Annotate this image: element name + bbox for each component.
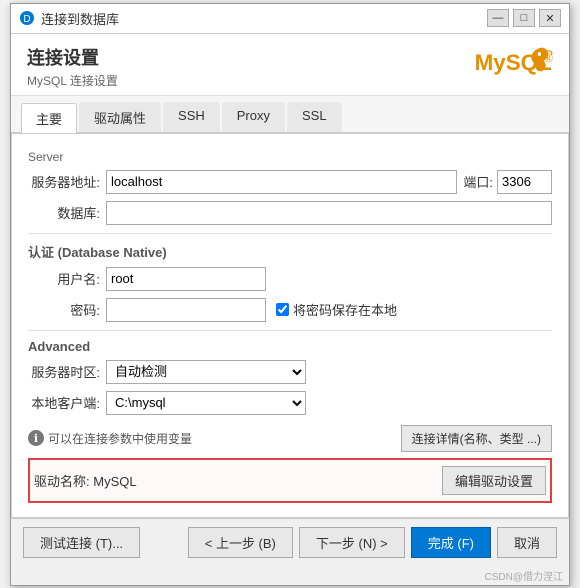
test-connection-button[interactable]: 测试连接 (T)...	[23, 527, 140, 558]
divider-2	[28, 330, 552, 331]
connection-detail-button[interactable]: 连接详情(名称、类型 ...)	[401, 425, 552, 452]
header-main-title: 连接设置	[27, 44, 118, 70]
db-label: 数据库:	[28, 203, 100, 222]
username-label: 用户名:	[28, 269, 100, 288]
host-row: 服务器地址: 端口:	[28, 170, 552, 194]
info-icon: ℹ	[28, 430, 44, 446]
driver-row: 驱动名称: MySQL 编辑驱动设置	[28, 458, 552, 503]
header-title-block: 连接设置 MySQL 连接设置	[27, 44, 118, 89]
driver-text: 驱动名称: MySQL	[34, 471, 137, 490]
tabs-bar: 主要 驱动属性 SSH Proxy SSL	[11, 96, 569, 133]
advanced-section-label: Advanced	[28, 339, 552, 354]
next-button[interactable]: 下一步 (N) >	[299, 527, 405, 558]
divider-1	[28, 233, 552, 234]
header-sub-title: MySQL 连接设置	[27, 72, 118, 89]
maximize-button[interactable]: □	[513, 9, 535, 27]
username-row: 用户名:	[28, 267, 552, 291]
timezone-label: 服务器时区:	[28, 362, 100, 381]
host-input[interactable]	[106, 170, 457, 194]
port-group: 端口:	[463, 170, 552, 194]
port-label: 端口:	[463, 172, 493, 191]
client-row: 本地客户端: C:\mysql C:\Program Files\MySQL	[28, 391, 552, 415]
info-text: 可以在连接参数中使用变量	[48, 430, 192, 447]
tab-proxy[interactable]: Proxy	[222, 102, 285, 132]
main-content: Server 服务器地址: 端口: 数据库: 认证 (Database Nati…	[11, 133, 569, 518]
tab-ssh[interactable]: SSH	[163, 102, 220, 132]
bottom-left: 测试连接 (T)...	[23, 527, 140, 558]
password-row: 密码: 将密码保存在本地	[28, 298, 552, 322]
edit-driver-button[interactable]: 编辑驱动设置	[442, 466, 546, 495]
info-row: ℹ 可以在连接参数中使用变量 连接详情(名称、类型 ...)	[28, 425, 552, 452]
db-input[interactable]	[106, 201, 552, 225]
auth-section-label: 认证 (Database Native)	[28, 242, 552, 261]
title-bar: D 连接到数据库 — □ ✕	[11, 4, 569, 34]
app-icon: D	[19, 10, 35, 26]
tab-main[interactable]: 主要	[21, 103, 77, 133]
mysql-logo: MySQL ®	[473, 44, 553, 84]
finish-button[interactable]: 完成 (F)	[411, 527, 491, 558]
host-label: 服务器地址:	[28, 172, 100, 191]
info-left: ℹ 可以在连接参数中使用变量	[28, 430, 192, 447]
port-input[interactable]	[497, 170, 552, 194]
remember-password-row: 将密码保存在本地	[276, 300, 397, 319]
db-row: 数据库:	[28, 201, 552, 225]
client-select[interactable]: C:\mysql C:\Program Files\MySQL	[106, 391, 306, 415]
bottom-right: < 上一步 (B) 下一步 (N) > 完成 (F) 取消	[188, 527, 557, 558]
svg-text:D: D	[23, 14, 30, 25]
password-input[interactable]	[106, 298, 266, 322]
password-label: 密码:	[28, 300, 100, 319]
bottom-bar: 测试连接 (T)... < 上一步 (B) 下一步 (N) > 完成 (F) 取…	[11, 518, 569, 566]
title-bar-controls: — □ ✕	[487, 9, 561, 27]
remember-password-checkbox[interactable]	[276, 303, 289, 316]
client-label: 本地客户端:	[28, 393, 100, 412]
username-input[interactable]	[106, 267, 266, 291]
title-bar-left: D 连接到数据库	[19, 9, 119, 28]
timezone-select[interactable]: 自动检测 UTC Asia/Shanghai	[106, 360, 306, 384]
timezone-row: 服务器时区: 自动检测 UTC Asia/Shanghai	[28, 360, 552, 384]
minimize-button[interactable]: —	[487, 9, 509, 27]
content-header: 连接设置 MySQL 连接设置 MySQL ®	[11, 34, 569, 96]
close-button[interactable]: ✕	[539, 9, 561, 27]
prev-button[interactable]: < 上一步 (B)	[188, 527, 293, 558]
server-section-label: Server	[28, 150, 552, 164]
driver-label: 驱动名称:	[34, 474, 90, 489]
watermark: CSDN@借力涅江	[11, 566, 569, 585]
cancel-button[interactable]: 取消	[497, 527, 557, 558]
remember-password-label: 将密码保存在本地	[293, 300, 397, 319]
window-title: 连接到数据库	[41, 9, 119, 28]
driver-name: MySQL	[93, 474, 136, 489]
tab-driver-props[interactable]: 驱动属性	[79, 102, 161, 132]
main-window: D 连接到数据库 — □ ✕ 连接设置 MySQL 连接设置 MySQL ®	[10, 3, 570, 586]
tab-ssl[interactable]: SSL	[287, 102, 342, 132]
mysql-logo-svg: MySQL ®	[473, 44, 553, 84]
